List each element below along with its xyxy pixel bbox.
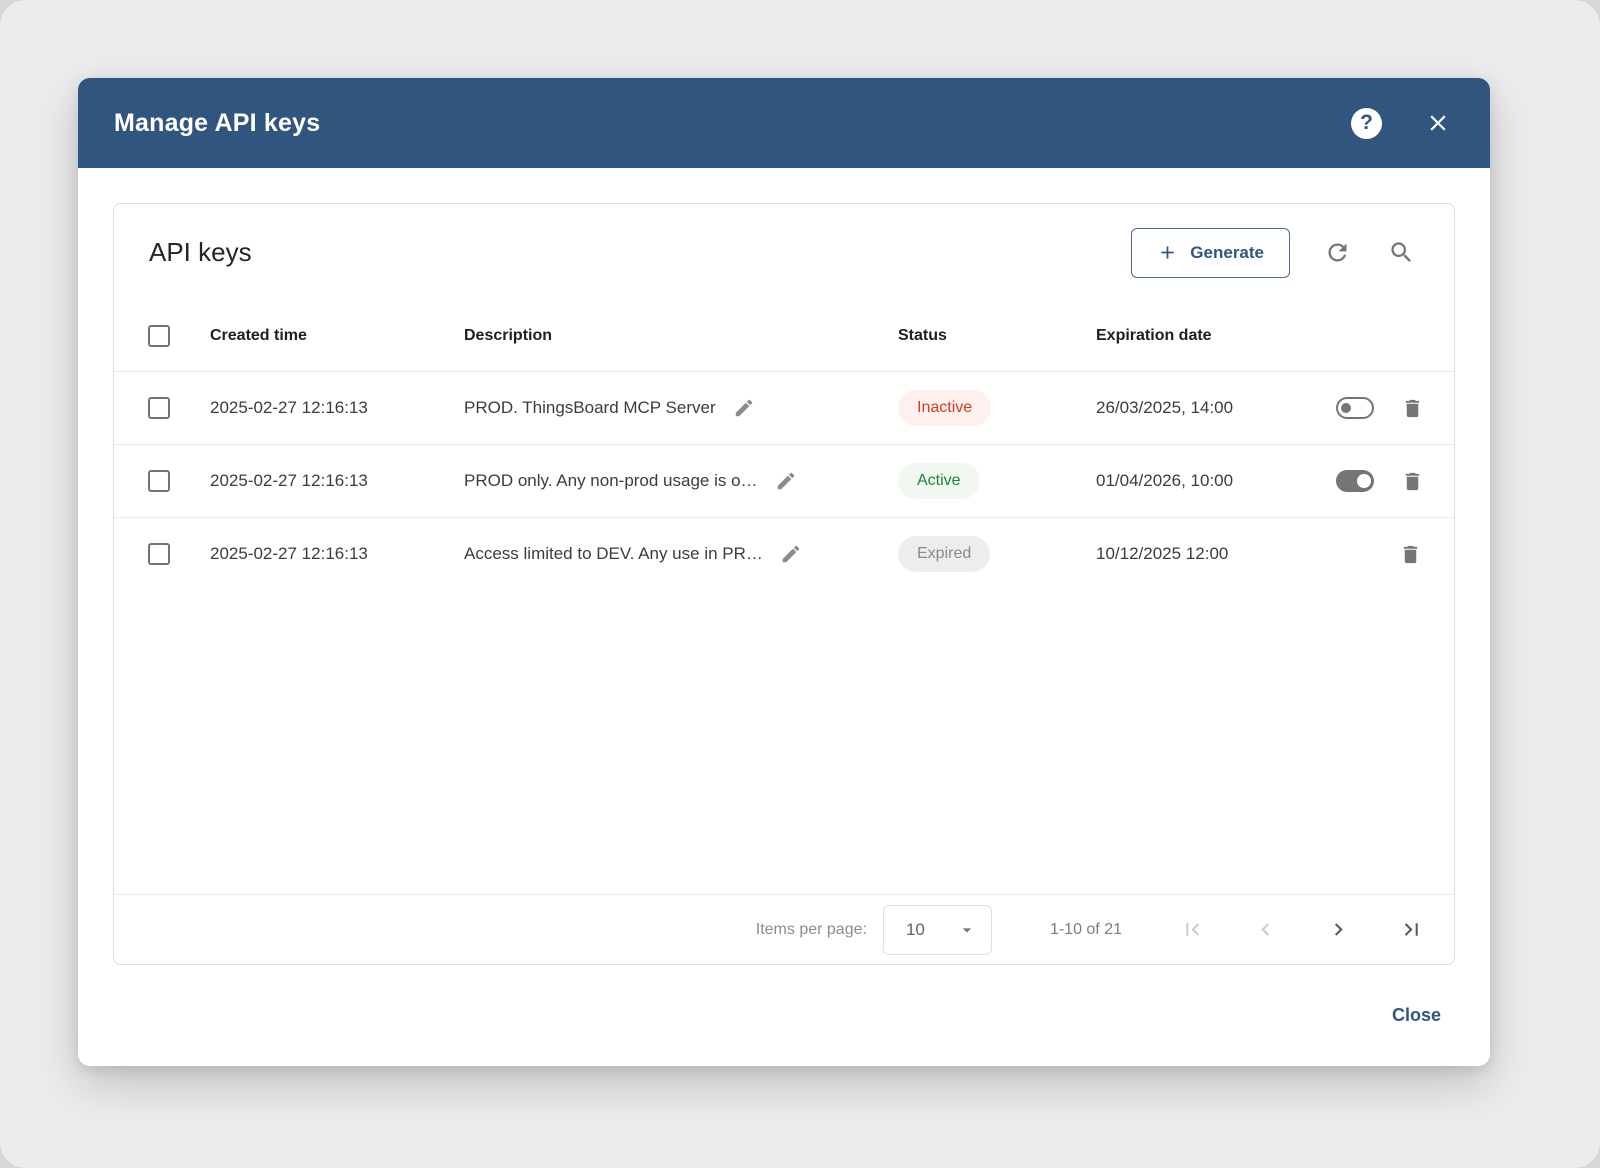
status-badge: Active — [898, 463, 980, 499]
status-badge: Inactive — [898, 390, 991, 426]
edit-pencil-icon[interactable] — [732, 396, 756, 420]
close-button[interactable]: Close — [1392, 1005, 1441, 1026]
expiration-date-cell: 01/04/2026, 10:00 — [1096, 471, 1336, 491]
dialog-header-actions: ? — [1351, 108, 1452, 139]
select-all-checkbox[interactable] — [148, 325, 170, 347]
column-expiration-date: Expiration date — [1096, 327, 1336, 345]
last-page-icon[interactable] — [1399, 917, 1424, 942]
paginator: Items per page: 10 1-10 of 21 — [114, 894, 1454, 964]
card-title: API keys — [149, 237, 252, 268]
card-toolbar: API keys Generate — [114, 204, 1454, 301]
edit-pencil-icon[interactable] — [779, 542, 803, 566]
refresh-icon[interactable] — [1320, 236, 1354, 270]
created-time-cell: 2025-02-27 12:16:13 — [210, 398, 464, 418]
description-cell: Access limited to DEV. Any use in PR… — [464, 542, 898, 566]
delete-trash-icon[interactable] — [1398, 542, 1422, 566]
column-created-time: Created time — [210, 327, 464, 345]
column-status: Status — [898, 327, 1096, 345]
dialog-header: Manage API keys ? — [78, 78, 1490, 168]
previous-page-icon[interactable] — [1253, 917, 1278, 942]
table-empty-area — [114, 590, 1454, 894]
row-checkbox[interactable] — [148, 543, 170, 565]
row-checkbox[interactable] — [148, 470, 170, 492]
search-icon[interactable] — [1384, 236, 1418, 270]
dialog-body: API keys Generate — [78, 168, 1490, 965]
description-cell: PROD. ThingsBoard MCP Server — [464, 396, 898, 420]
manage-api-keys-dialog: Manage API keys ? API keys — [78, 78, 1490, 1066]
api-keys-card: API keys Generate — [113, 203, 1455, 965]
delete-trash-icon[interactable] — [1400, 396, 1424, 420]
enable-toggle[interactable] — [1336, 397, 1374, 419]
row-actions — [1336, 542, 1454, 566]
next-page-icon[interactable] — [1326, 917, 1351, 942]
expiration-date-cell: 26/03/2025, 14:00 — [1096, 398, 1336, 418]
status-badge: Expired — [898, 536, 990, 572]
table-row: 2025-02-27 12:16:13 PROD. ThingsBoard MC… — [114, 371, 1454, 444]
items-per-page-select[interactable]: 10 — [883, 905, 992, 955]
page-range-label: 1-10 of 21 — [1050, 921, 1122, 939]
generate-button-label: Generate — [1190, 243, 1264, 263]
description-cell: PROD only. Any non-prod usage is o… — [464, 469, 898, 493]
expiration-date-cell: 10/12/2025 12:00 — [1096, 544, 1336, 564]
dialog-title: Manage API keys — [114, 109, 320, 138]
select-all-cell — [114, 325, 210, 347]
table-row: 2025-02-27 12:16:13 Access limited to DE… — [114, 517, 1454, 590]
description-text: PROD only. Any non-prod usage is o… — [464, 471, 758, 491]
table-header-row: Created time Description Status Expirati… — [114, 301, 1454, 371]
description-text: PROD. ThingsBoard MCP Server — [464, 398, 716, 418]
plus-icon — [1157, 242, 1178, 263]
column-description: Description — [464, 327, 898, 345]
created-time-cell: 2025-02-27 12:16:13 — [210, 471, 464, 491]
description-text: Access limited to DEV. Any use in PR… — [464, 544, 763, 564]
toolbar-actions: Generate — [1131, 228, 1418, 278]
row-actions — [1336, 396, 1455, 420]
generate-button[interactable]: Generate — [1131, 228, 1290, 278]
first-page-icon[interactable] — [1180, 917, 1205, 942]
row-checkbox[interactable] — [148, 397, 170, 419]
items-per-page-label: Items per page: — [756, 921, 867, 939]
dialog-footer: Close — [78, 965, 1490, 1066]
row-actions — [1336, 469, 1455, 493]
delete-trash-icon[interactable] — [1400, 469, 1424, 493]
enable-toggle[interactable] — [1336, 470, 1374, 492]
items-per-page-value: 10 — [906, 920, 925, 940]
table-row: 2025-02-27 12:16:13 PROD only. Any non-p… — [114, 444, 1454, 517]
help-glyph: ? — [1360, 111, 1373, 135]
pager-buttons — [1180, 917, 1424, 942]
edit-pencil-icon[interactable] — [774, 469, 798, 493]
chevron-down-icon — [957, 920, 977, 940]
close-icon[interactable] — [1424, 109, 1452, 137]
created-time-cell: 2025-02-27 12:16:13 — [210, 544, 464, 564]
app-background: Manage API keys ? API keys — [0, 0, 1600, 1168]
help-icon[interactable]: ? — [1351, 108, 1382, 139]
